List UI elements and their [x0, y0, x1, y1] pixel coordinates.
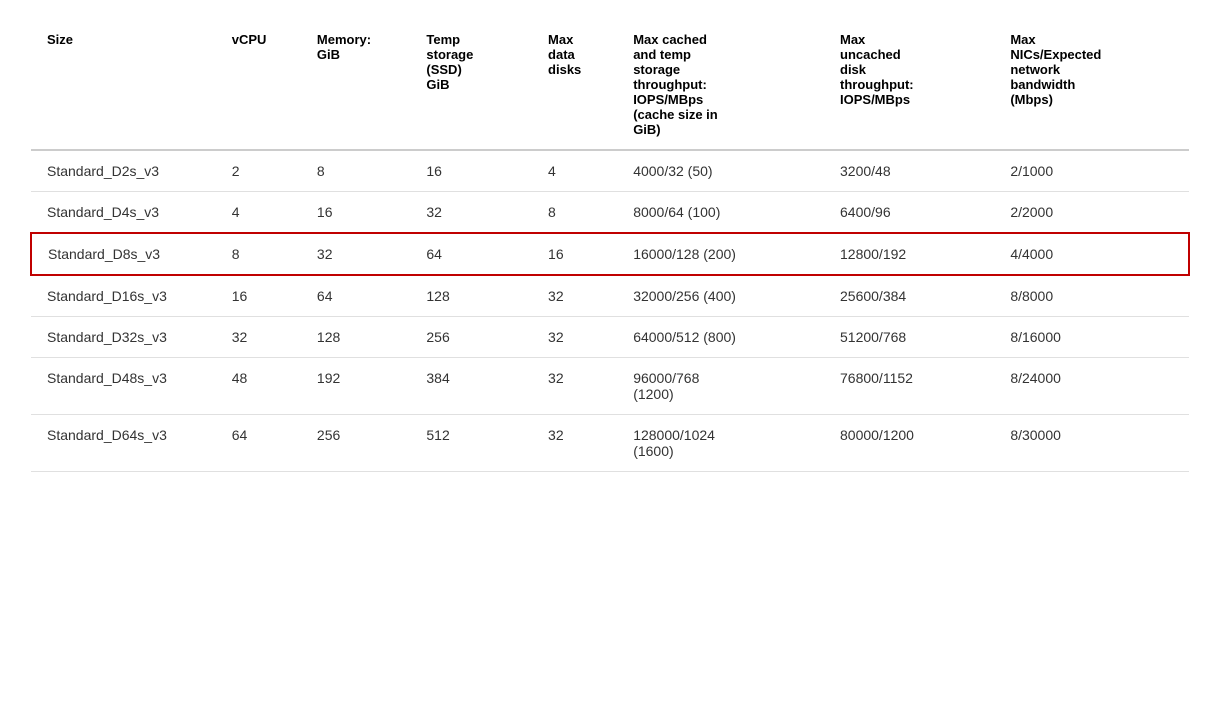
cell-max_cached: 16000/128 (200)	[617, 233, 824, 275]
table-row: Standard_D64s_v36425651232128000/1024(16…	[31, 415, 1189, 472]
cell-temp_storage: 16	[410, 150, 532, 192]
cell-max_uncached: 76800/1152	[824, 358, 994, 415]
cell-max_cached: 64000/512 (800)	[617, 317, 824, 358]
cell-max_uncached: 25600/384	[824, 275, 994, 317]
cell-max_cached: 128000/1024(1600)	[617, 415, 824, 472]
table-row: Standard_D8s_v3832641616000/128 (200)128…	[31, 233, 1189, 275]
cell-temp_storage: 32	[410, 192, 532, 234]
cell-vcpu: 64	[216, 415, 301, 472]
col-header-vcpu: vCPU	[216, 20, 301, 150]
cell-max_nics: 8/30000	[994, 415, 1189, 472]
cell-max_nics: 4/4000	[994, 233, 1189, 275]
cell-vcpu: 4	[216, 192, 301, 234]
cell-max_uncached: 51200/768	[824, 317, 994, 358]
cell-max_cached: 96000/768(1200)	[617, 358, 824, 415]
col-header-size: Size	[31, 20, 216, 150]
cell-memory: 16	[301, 192, 410, 234]
cell-max_nics: 8/8000	[994, 275, 1189, 317]
cell-max_data_disks: 8	[532, 192, 617, 234]
cell-vcpu: 32	[216, 317, 301, 358]
cell-size: Standard_D64s_v3	[31, 415, 216, 472]
cell-vcpu: 16	[216, 275, 301, 317]
cell-size: Standard_D48s_v3	[31, 358, 216, 415]
cell-size: Standard_D4s_v3	[31, 192, 216, 234]
cell-vcpu: 8	[216, 233, 301, 275]
col-header-maxcached: Max cachedand tempstoragethroughput:IOPS…	[617, 20, 824, 150]
cell-max_data_disks: 32	[532, 317, 617, 358]
cell-max_uncached: 6400/96	[824, 192, 994, 234]
cell-max_uncached: 3200/48	[824, 150, 994, 192]
cell-size: Standard_D16s_v3	[31, 275, 216, 317]
cell-max_cached: 8000/64 (100)	[617, 192, 824, 234]
table-row: Standard_D4s_v34163288000/64 (100)6400/9…	[31, 192, 1189, 234]
table-row: Standard_D2s_v3281644000/32 (50)3200/482…	[31, 150, 1189, 192]
col-header-maxnics: MaxNICs/Expectednetworkbandwidth(Mbps)	[994, 20, 1189, 150]
cell-max_uncached: 12800/192	[824, 233, 994, 275]
cell-max_cached: 32000/256 (400)	[617, 275, 824, 317]
cell-memory: 256	[301, 415, 410, 472]
table-row: Standard_D32s_v3321282563264000/512 (800…	[31, 317, 1189, 358]
cell-memory: 64	[301, 275, 410, 317]
cell-max_nics: 2/2000	[994, 192, 1189, 234]
header-row: Size vCPU Memory:GiB Tempstorage(SSD)GiB…	[31, 20, 1189, 150]
cell-temp_storage: 256	[410, 317, 532, 358]
cell-max_nics: 2/1000	[994, 150, 1189, 192]
vm-sizes-table: Size vCPU Memory:GiB Tempstorage(SSD)GiB…	[30, 20, 1190, 472]
table-row: Standard_D16s_v316641283232000/256 (400)…	[31, 275, 1189, 317]
cell-max_data_disks: 32	[532, 358, 617, 415]
cell-max_data_disks: 32	[532, 415, 617, 472]
col-header-memory: Memory:GiB	[301, 20, 410, 150]
cell-temp_storage: 512	[410, 415, 532, 472]
cell-memory: 192	[301, 358, 410, 415]
cell-temp_storage: 384	[410, 358, 532, 415]
cell-temp_storage: 64	[410, 233, 532, 275]
cell-max_data_disks: 16	[532, 233, 617, 275]
cell-temp_storage: 128	[410, 275, 532, 317]
cell-max_cached: 4000/32 (50)	[617, 150, 824, 192]
col-header-maxuncached: Maxuncacheddiskthroughput:IOPS/MBps	[824, 20, 994, 150]
cell-vcpu: 2	[216, 150, 301, 192]
cell-vcpu: 48	[216, 358, 301, 415]
table-body: Standard_D2s_v3281644000/32 (50)3200/482…	[31, 150, 1189, 472]
table-row: Standard_D48s_v3481923843296000/768(1200…	[31, 358, 1189, 415]
cell-max_data_disks: 32	[532, 275, 617, 317]
cell-size: Standard_D8s_v3	[31, 233, 216, 275]
col-header-maxdata: Maxdatadisks	[532, 20, 617, 150]
cell-size: Standard_D32s_v3	[31, 317, 216, 358]
cell-max_uncached: 80000/1200	[824, 415, 994, 472]
col-header-temp: Tempstorage(SSD)GiB	[410, 20, 532, 150]
cell-max_nics: 8/16000	[994, 317, 1189, 358]
cell-size: Standard_D2s_v3	[31, 150, 216, 192]
cell-memory: 128	[301, 317, 410, 358]
cell-max_nics: 8/24000	[994, 358, 1189, 415]
cell-memory: 32	[301, 233, 410, 275]
table-header: Size vCPU Memory:GiB Tempstorage(SSD)GiB…	[31, 20, 1189, 150]
cell-memory: 8	[301, 150, 410, 192]
cell-max_data_disks: 4	[532, 150, 617, 192]
